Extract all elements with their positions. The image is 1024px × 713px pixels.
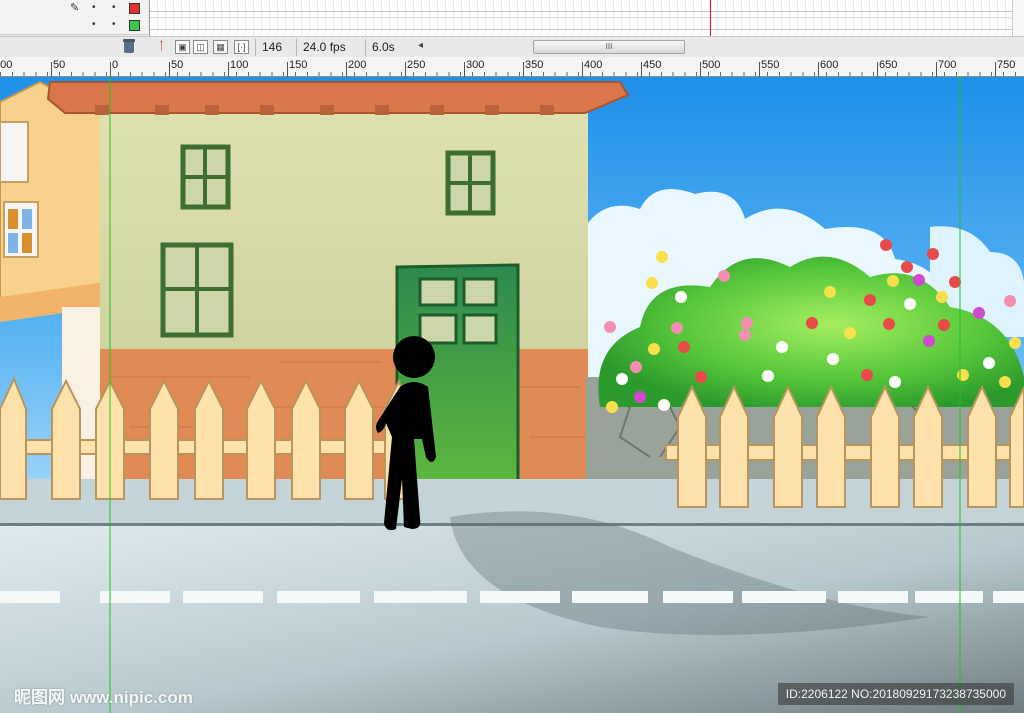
ruler-label: 400 (584, 59, 603, 71)
ruler-label: 200 (348, 59, 367, 71)
ruler-label: 300 (466, 59, 485, 71)
watermark-site: 昵图网 www.nipic.com (14, 688, 193, 707)
ruler-label: 0 (112, 59, 119, 71)
ruler-major-tick (995, 62, 996, 77)
ruler-label: 100 (0, 59, 13, 71)
ruler-label: 600 (820, 59, 839, 71)
ruler-label: 450 (643, 59, 662, 71)
horizontal-ruler (0, 57, 1024, 77)
ruler-label: 250 (407, 59, 426, 71)
lane-markings (0, 591, 1024, 603)
scroll-left-arrow-icon[interactable]: ◂ (418, 40, 423, 51)
ruler-major-tick (700, 62, 701, 77)
ruler-major-tick (346, 62, 347, 77)
ruler-major-tick (287, 62, 288, 77)
frame-rate[interactable]: 24.0 fps (296, 39, 346, 56)
left-building (0, 80, 106, 319)
ruler-major-tick (110, 62, 111, 77)
ruler-label: 650 (879, 59, 898, 71)
layer-row-1[interactable]: ✎ • • (0, 0, 148, 18)
ruler-label: 550 (761, 59, 780, 71)
ruler-label: 750 (997, 59, 1016, 71)
watermark-id: ID:2206122 NO:20180929173238735000 (777, 683, 1014, 705)
horizontal-scroll-thumb[interactable]: III (533, 40, 685, 54)
ruler-label: 700 (938, 59, 957, 71)
frames-scroll-end (1012, 0, 1024, 36)
ruler-label: 50 (53, 59, 66, 71)
elapsed-time: 6.0s (365, 39, 395, 56)
pencil-icon: ✎ (70, 2, 80, 14)
stage-canvas[interactable] (0, 77, 1024, 713)
frames-area[interactable] (149, 0, 1024, 36)
ruler-major-tick (936, 62, 937, 77)
onion-outline-icon[interactable]: ◫ (193, 40, 208, 54)
ruler-major-tick (51, 62, 52, 77)
layer-color-swatch[interactable] (129, 20, 140, 31)
ruler-major-tick (523, 62, 524, 77)
lock-dot[interactable]: • (112, 3, 116, 13)
ruler-major-tick (877, 62, 878, 77)
ruler-major-tick (464, 62, 465, 77)
ruler-major-tick (228, 62, 229, 77)
ruler-label: 150 (289, 59, 308, 71)
ruler-major-tick (582, 62, 583, 77)
ruler-label: 50 (171, 59, 184, 71)
ruler-major-tick (169, 62, 170, 77)
layer-color-swatch[interactable] (129, 3, 140, 14)
ruler-label: 500 (702, 59, 721, 71)
onion-skin-icon[interactable]: ▣ (175, 40, 190, 54)
ruler-label: 350 (525, 59, 544, 71)
ruler-major-tick (641, 62, 642, 77)
visibility-dot[interactable]: • (92, 20, 96, 30)
timeline-panel: ✎ • • • • ᛙ ▣ ◫ ▦ [·] 146 24.0 fps 6.0s … (0, 0, 1024, 57)
trash-icon[interactable] (123, 39, 135, 53)
visibility-dot[interactable]: • (92, 3, 96, 13)
scene-artwork (0, 77, 1024, 713)
timeline-status-bar: ᛙ ▣ ◫ ▦ [·] 146 24.0 fps 6.0s ◂ III (0, 36, 1024, 57)
edit-multiple-frames-icon[interactable]: ▦ (213, 40, 228, 54)
center-frame-icon[interactable]: ᛙ (154, 40, 169, 54)
ruler-major-tick (405, 62, 406, 77)
playhead[interactable] (710, 0, 711, 36)
ruler-major-tick (818, 62, 819, 77)
layer-row-2[interactable]: • • (0, 17, 148, 35)
ruler-major-tick (759, 62, 760, 77)
ruler-label: 100 (230, 59, 249, 71)
lock-dot[interactable]: • (112, 20, 116, 30)
current-frame: 146 (255, 39, 282, 56)
modify-markers-icon[interactable]: [·] (234, 40, 249, 54)
